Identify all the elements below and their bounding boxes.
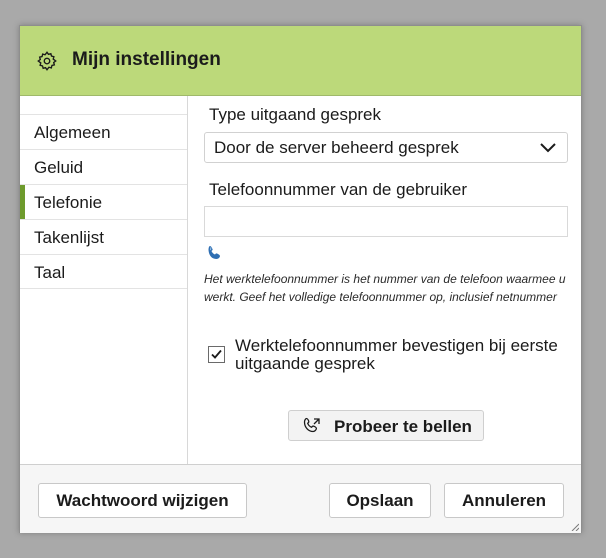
phone-number-input[interactable] — [204, 206, 568, 237]
sidebar-list: Algemeen Geluid Telefonie Takenlijst Taa… — [20, 114, 187, 289]
telefonie-panel: Type uitgaand gesprek Door de server beh… — [188, 96, 582, 464]
try-call-button[interactable]: Probeer te bellen — [288, 410, 484, 441]
sidebar-item-geluid[interactable]: Geluid — [20, 149, 187, 184]
resize-grip-icon[interactable] — [571, 523, 579, 531]
confirm-checkbox-label[interactable]: Werktelefoonnummer bevestigen bij eerste… — [235, 337, 565, 373]
confirm-checkbox[interactable] — [208, 346, 225, 363]
sidebar-item-algemeen[interactable]: Algemeen — [20, 114, 187, 149]
phone-number-label: Telefoonnummer van de gebruiker — [209, 180, 467, 199]
gear-icon — [37, 51, 57, 71]
call-type-select[interactable]: Door de server beheerd gesprek — [204, 132, 568, 163]
phone-handset-icon[interactable] — [205, 243, 225, 263]
dialog-title: Mijn instellingen — [72, 49, 221, 70]
phone-help-text: Het werktelefoonnummer is het nummer van… — [204, 272, 566, 304]
save-button[interactable]: Opslaan — [329, 483, 431, 518]
settings-sidebar: Algemeen Geluid Telefonie Takenlijst Taa… — [20, 96, 188, 464]
phone-call-icon — [303, 417, 320, 433]
call-type-label: Type uitgaand gesprek — [209, 105, 382, 124]
checkmark-icon — [211, 349, 222, 359]
call-type-value: Door de server beheerd gesprek — [214, 138, 459, 157]
sidebar-item-taal[interactable]: Taal — [20, 254, 187, 289]
cancel-button[interactable]: Annuleren — [444, 483, 564, 518]
dialog-header: Mijn instellingen — [20, 26, 581, 96]
dialog-footer: Wachtwoord wijzigen Opslaan Annuleren — [20, 464, 581, 533]
chevron-down-icon — [540, 143, 556, 153]
try-call-label: Probeer te bellen — [334, 417, 472, 436]
sidebar-item-telefonie[interactable]: Telefonie — [20, 184, 187, 219]
change-password-button[interactable]: Wachtwoord wijzigen — [38, 483, 247, 518]
sidebar-item-takenlijst[interactable]: Takenlijst — [20, 219, 187, 254]
settings-dialog: Mijn instellingen Algemeen Geluid Telefo… — [19, 25, 582, 533]
